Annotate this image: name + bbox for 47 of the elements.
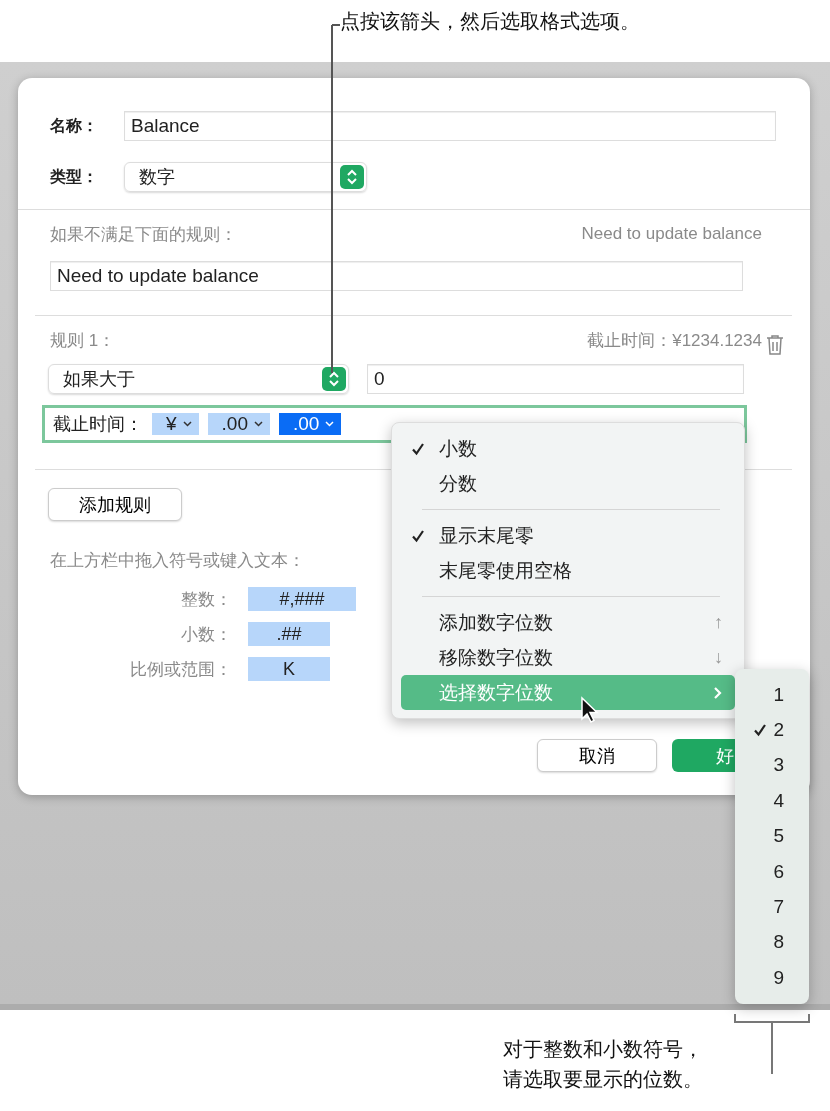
type-popup[interactable]: 数字 <box>124 162 367 192</box>
menu-item[interactable]: 8 <box>735 924 809 961</box>
format-token[interactable]: .00 <box>207 413 270 435</box>
format-token[interactable]: ¥ <box>152 413 199 435</box>
fallback-label: 如果不满足下面的规则： <box>50 223 237 246</box>
symbol-token[interactable]: K <box>248 657 330 681</box>
stepper-icon <box>340 165 364 189</box>
menu-item[interactable]: 末尾零使用空格 <box>401 553 735 588</box>
symbol-token[interactable]: .## <box>248 622 330 646</box>
name-field[interactable]: Balance <box>124 111 776 141</box>
symbol-label: 比例或范围： <box>129 658 232 681</box>
pointer-icon <box>580 696 600 724</box>
menu-item[interactable]: 4 <box>735 783 809 819</box>
rule-title: 规则 1： <box>50 329 116 352</box>
chevron-down-icon <box>325 421 335 427</box>
menu-item[interactable]: 5 <box>735 818 809 854</box>
format-label: 截止时间： <box>53 413 143 436</box>
name-label: 名称： <box>50 115 99 136</box>
cancel-button[interactable]: 取消 <box>537 739 657 772</box>
chevron-down-icon <box>182 421 192 427</box>
menu-item[interactable]: 7 <box>735 889 809 925</box>
menu-item[interactable]: 添加数字位数 ↑ <box>401 605 735 640</box>
chevron-down-icon <box>254 421 263 427</box>
symbol-label: 整数： <box>180 588 232 611</box>
trash-icon[interactable] <box>766 334 784 356</box>
rule-preview: 截止时间：¥1234.1234 <box>587 329 762 352</box>
condition-popup[interactable]: 如果大于 <box>48 364 349 394</box>
callout-text: 对于整数和小数符号， 请选取要显示的位数。 <box>503 1037 703 1092</box>
type-label: 类型： <box>50 166 99 187</box>
menu-item[interactable]: 9 <box>735 960 809 996</box>
hint-text: 在上方栏中拖入符号或键入文本： <box>50 550 305 572</box>
add-rule-button[interactable]: 添加规则 <box>48 488 182 521</box>
menu-item[interactable]: 1 <box>735 677 809 713</box>
fallback-field[interactable]: Need to update balance <box>50 261 743 291</box>
menu-item[interactable]: 移除数字位数 ↓ <box>401 640 735 675</box>
stepper-icon <box>322 367 346 391</box>
menu-item[interactable]: 分数 <box>401 466 735 501</box>
chevron-right-icon <box>713 685 723 700</box>
menu-item[interactable]: 6 <box>735 853 809 890</box>
callout-text: 点按该箭头，然后选取格式选项。 <box>340 10 640 32</box>
value-field[interactable]: 0 <box>367 364 744 394</box>
format-token[interactable]: .00 <box>279 413 342 435</box>
checkmark-icon <box>753 723 768 738</box>
symbol-label: 小数： <box>180 623 232 646</box>
symbol-token[interactable]: #,### <box>248 587 356 611</box>
menu-item[interactable]: 显示末尾零 <box>401 518 735 553</box>
fallback-preview: Need to update balance <box>581 224 762 244</box>
